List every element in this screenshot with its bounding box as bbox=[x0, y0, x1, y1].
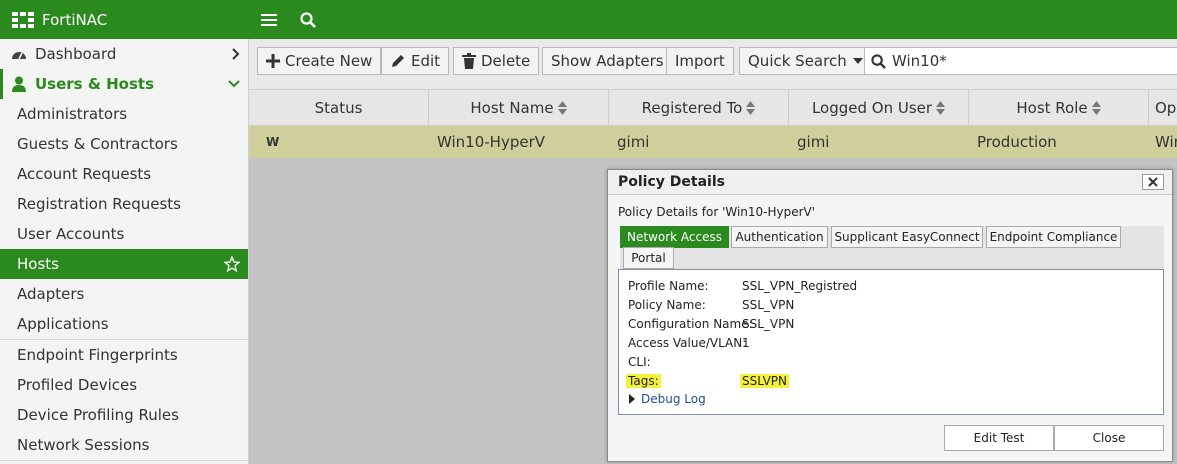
field-value-profile-name: SSL_VPN_Registred bbox=[742, 279, 858, 293]
field-label-profile-name: Profile Name: bbox=[628, 279, 709, 293]
import-button[interactable]: Import bbox=[666, 47, 734, 75]
sidebar-item-adapters[interactable]: Adapters bbox=[0, 279, 248, 309]
close-dialog-button[interactable]: Close bbox=[1054, 425, 1164, 451]
network-access-panel: Profile Name: SSL_VPN_Registred Policy N… bbox=[618, 269, 1164, 415]
field-label-tags: Tags: bbox=[626, 374, 661, 388]
cell-op: Win bbox=[1155, 133, 1177, 151]
delete-button[interactable]: Delete bbox=[453, 47, 540, 75]
toolbar: Create New Edit Delete Show Adapters Imp… bbox=[249, 39, 1177, 89]
edit-button[interactable]: Edit bbox=[381, 47, 450, 75]
chevron-down-icon bbox=[228, 69, 240, 99]
caret-right-icon bbox=[629, 394, 635, 404]
chevron-right-icon bbox=[232, 39, 240, 69]
column-header-host-role[interactable]: Host Role bbox=[969, 90, 1149, 126]
dashboard-icon bbox=[10, 45, 28, 63]
create-new-button[interactable]: Create New bbox=[257, 47, 382, 75]
show-adapters-button[interactable]: Show Adapters bbox=[542, 47, 673, 75]
caret-down-icon bbox=[852, 58, 863, 64]
field-value-configuration-name: SSL_VPN bbox=[742, 317, 795, 331]
close-button[interactable] bbox=[1142, 174, 1164, 190]
field-label-cli: CLI: bbox=[628, 355, 651, 369]
sidebar-item-profiled-devices[interactable]: Profiled Devices bbox=[0, 370, 248, 400]
sidebar-item-administrators[interactable]: Administrators bbox=[0, 99, 248, 129]
pencil-icon bbox=[392, 55, 404, 67]
debug-log-link[interactable]: Debug Log bbox=[629, 392, 706, 406]
sort-icon bbox=[746, 101, 756, 115]
tab-endpoint-compliance[interactable]: Endpoint Compliance bbox=[986, 226, 1121, 248]
dialog-title-bar: Policy Details bbox=[608, 170, 1172, 195]
top-bar: FortiNAC bbox=[0, 0, 1177, 39]
column-header-status[interactable]: Status bbox=[249, 90, 429, 126]
field-label-access-value: Access Value/VLAN: bbox=[628, 336, 747, 350]
table-header: Status Host Name Registered To Logged On… bbox=[249, 89, 1177, 126]
search-icon bbox=[871, 53, 886, 69]
dialog-subtitle: Policy Details for 'Win10-HyperV' bbox=[618, 205, 816, 219]
tab-portal[interactable]: Portal bbox=[623, 247, 674, 269]
plus-icon bbox=[266, 54, 280, 68]
search-icon[interactable] bbox=[296, 0, 320, 39]
sidebar-item-registration-requests[interactable]: Registration Requests bbox=[0, 189, 248, 219]
sort-icon bbox=[557, 101, 567, 115]
tab-supplicant-easyconnect[interactable]: Supplicant EasyConnect bbox=[831, 226, 983, 248]
star-icon[interactable] bbox=[224, 249, 240, 279]
app-title: FortiNAC bbox=[42, 10, 108, 29]
sidebar-item-account-requests[interactable]: Account Requests bbox=[0, 159, 248, 189]
user-icon bbox=[10, 75, 28, 93]
sidebar-item-users-hosts[interactable]: Users & Hosts bbox=[0, 69, 248, 99]
sidebar-item-dashboard[interactable]: Dashboard bbox=[0, 39, 248, 69]
search-input[interactable]: Win10* bbox=[864, 47, 1177, 75]
sidebar-item-device-profiling-rules[interactable]: Device Profiling Rules bbox=[0, 400, 248, 430]
sort-icon bbox=[936, 101, 946, 115]
sidebar-item-endpoint-fingerprints[interactable]: Endpoint Fingerprints bbox=[0, 340, 248, 370]
field-label-configuration-name: Configuration Name: bbox=[628, 317, 753, 331]
column-header-registered-to[interactable]: Registered To bbox=[609, 90, 789, 126]
column-header-host-name[interactable]: Host Name bbox=[429, 90, 609, 126]
column-header-op[interactable]: Op bbox=[1149, 90, 1177, 126]
field-value-access-value: 1 bbox=[742, 336, 750, 350]
field-label-policy-name: Policy Name: bbox=[628, 298, 706, 312]
cell-status: W bbox=[266, 135, 280, 149]
policy-details-dialog: Policy Details Policy Details for 'Win10… bbox=[607, 169, 1173, 462]
sidebar-item-guests-contractors[interactable]: Guests & Contractors bbox=[0, 129, 248, 159]
trash-icon bbox=[462, 53, 476, 69]
quick-search-dropdown[interactable]: Quick Search bbox=[739, 47, 872, 75]
field-value-policy-name: SSL_VPN bbox=[742, 298, 795, 312]
sidebar: Dashboard Users & Hosts Administrators G… bbox=[0, 39, 249, 464]
cell-host-role: Production bbox=[977, 133, 1057, 151]
sidebar-item-hosts[interactable]: Hosts bbox=[0, 249, 248, 279]
cell-registered-to: gimi bbox=[617, 133, 650, 151]
brand[interactable]: FortiNAC bbox=[0, 0, 249, 39]
column-header-logged-on-user[interactable]: Logged On User bbox=[789, 90, 969, 126]
sidebar-divider bbox=[0, 460, 248, 461]
tab-authentication[interactable]: Authentication bbox=[731, 226, 828, 248]
sidebar-item-network-sessions[interactable]: Network Sessions bbox=[0, 430, 248, 460]
cell-host-name: Win10-HyperV bbox=[437, 133, 546, 151]
dialog-title: Policy Details bbox=[618, 174, 725, 190]
cell-logged-on-user: gimi bbox=[797, 133, 830, 151]
edit-test-button[interactable]: Edit Test bbox=[944, 425, 1054, 451]
sidebar-item-user-accounts[interactable]: User Accounts bbox=[0, 219, 248, 249]
tab-network-access[interactable]: Network Access bbox=[620, 226, 729, 248]
close-icon bbox=[1148, 177, 1158, 187]
field-value-tags: SSLVPN bbox=[740, 374, 790, 388]
fortinet-logo-icon bbox=[12, 11, 34, 28]
sidebar-item-applications[interactable]: Applications bbox=[0, 309, 248, 339]
menu-icon[interactable] bbox=[257, 0, 281, 39]
sidebar-item-label: Users & Hosts bbox=[35, 75, 155, 93]
sort-icon bbox=[1091, 101, 1101, 115]
table-row[interactable]: W Win10-HyperV gimi gimi Production Win bbox=[249, 126, 1177, 158]
sidebar-item-label: Dashboard bbox=[35, 45, 117, 63]
